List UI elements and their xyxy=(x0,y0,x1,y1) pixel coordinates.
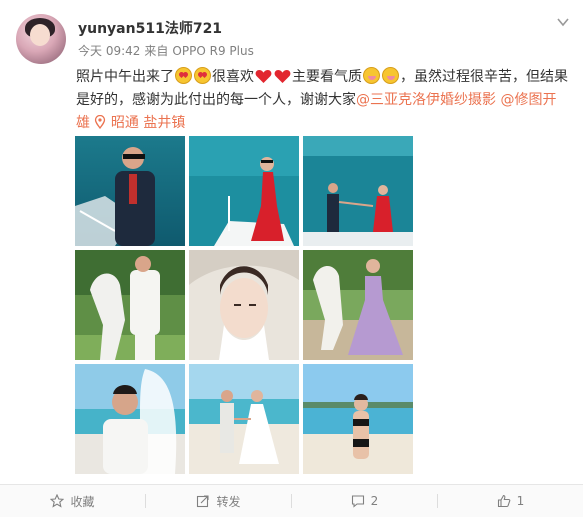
post-text: 照片中午出来了 很喜欢 主要看气质 ，虽然过程很辛苦，但结果是好的，感谢为此付出的每一… xyxy=(76,66,570,135)
shy-emoji-icon xyxy=(382,67,399,84)
heart-eyes-emoji-icon xyxy=(194,67,211,84)
photo-thumbnail[interactable] xyxy=(303,250,413,360)
bride-red-dress-on-yacht-photo xyxy=(189,136,299,246)
photo-thumbnail[interactable] xyxy=(189,250,299,360)
bride-purple-gown-with-horse-photo xyxy=(303,250,413,360)
comment-icon xyxy=(351,495,364,508)
post-text-part-3: 主要看气质 xyxy=(292,69,362,85)
like-button[interactable]: 1 xyxy=(438,485,583,517)
couple-holding-hands-on-yacht-photo xyxy=(303,136,413,246)
weibo-post-card: yunyan511法师721 今天 09:42 来自 OPPO R9 Plus 照片… xyxy=(0,0,583,517)
location-link[interactable]: 昭通 盐井镇 xyxy=(94,115,185,131)
username-link[interactable]: yunyan511法师721 xyxy=(78,18,222,38)
couple-walking-beach-photo xyxy=(189,364,299,474)
photo-thumbnail[interactable] xyxy=(75,364,185,474)
source-prefix: 来自 xyxy=(144,44,169,58)
post-time[interactable]: 今天 09:42 xyxy=(78,44,140,58)
bride-veil-closeup-photo xyxy=(189,250,299,360)
post-text-part-1: 照片中午出来了 xyxy=(76,69,174,85)
source-device[interactable]: OPPO R9 Plus xyxy=(172,44,253,58)
post-text-part-2: 很喜欢 xyxy=(212,69,254,85)
photo-thumbnail[interactable] xyxy=(189,364,299,474)
repost-label: 转发 xyxy=(216,494,241,509)
photo-thumbnail[interactable] xyxy=(303,364,413,474)
photo-thumbnail[interactable] xyxy=(189,136,299,246)
photo-thumbnail[interactable] xyxy=(303,136,413,246)
mention-studio-link[interactable]: @三亚克洛伊婚纱摄影 xyxy=(356,92,496,108)
location-pin-icon xyxy=(95,115,106,129)
bride-bikini-beach-photo xyxy=(303,364,413,474)
thumbs-up-icon xyxy=(497,494,511,508)
like-count: 1 xyxy=(516,494,525,508)
post-meta: 今天 09:42 来自 OPPO R9 Plus xyxy=(78,42,258,59)
shy-emoji-icon xyxy=(363,67,380,84)
action-bar: 收藏 转发 2 1 xyxy=(0,484,583,517)
red-heart-icon xyxy=(274,70,291,83)
favorite-button[interactable]: 收藏 xyxy=(0,485,145,517)
avatar-face xyxy=(30,24,50,46)
couple-embrace-beach-photo xyxy=(75,364,185,474)
photo-thumbnail[interactable] xyxy=(75,250,185,360)
user-avatar[interactable] xyxy=(16,14,66,64)
comment-button[interactable]: 2 xyxy=(292,485,437,517)
chevron-down-icon[interactable] xyxy=(555,14,571,30)
repost-icon xyxy=(197,495,210,508)
favorite-label: 收藏 xyxy=(70,494,95,509)
star-icon xyxy=(50,494,65,508)
groom-on-yacht-photo xyxy=(75,136,185,246)
comment-count: 2 xyxy=(370,494,379,508)
red-heart-icon xyxy=(255,70,272,83)
heart-eyes-emoji-icon xyxy=(175,67,192,84)
repost-button[interactable]: 转发 xyxy=(146,485,291,517)
photo-thumbnail[interactable] xyxy=(75,136,185,246)
groom-with-white-horse-photo xyxy=(75,250,185,360)
location-label: 昭通 盐井镇 xyxy=(110,115,186,131)
